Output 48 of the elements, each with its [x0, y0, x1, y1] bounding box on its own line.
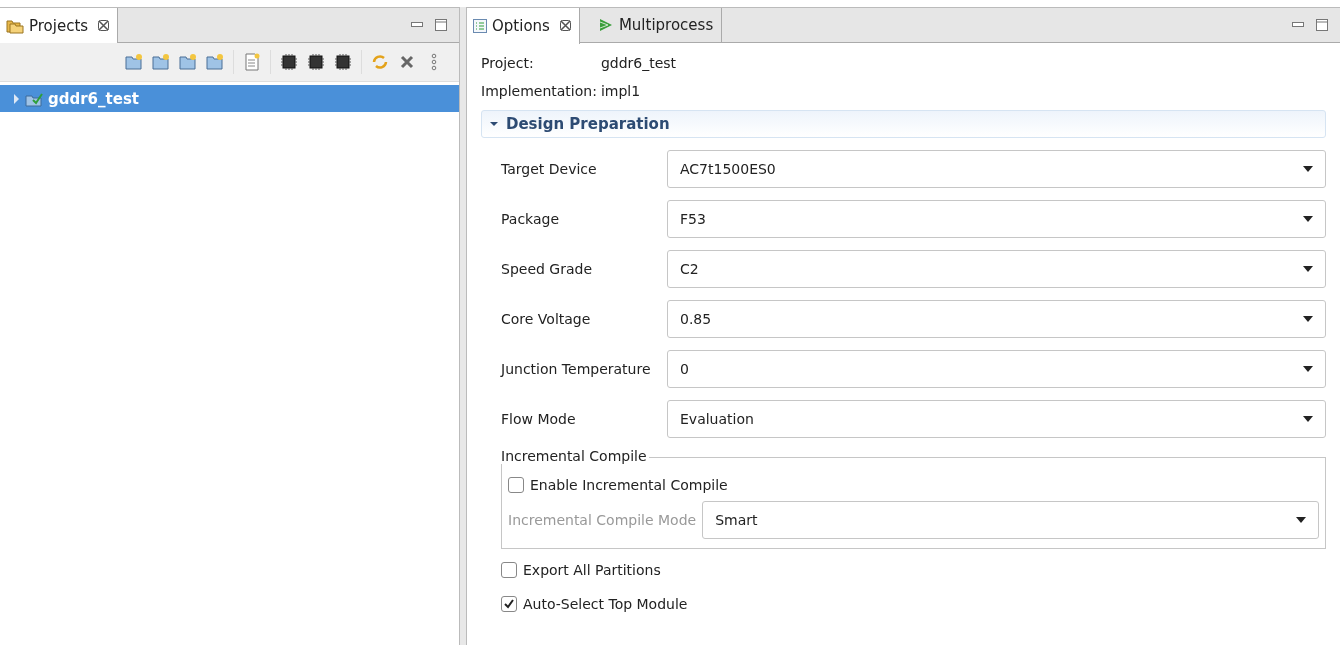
field-label: Core Voltage — [501, 311, 592, 327]
info-label: Project: — [481, 54, 535, 73]
dropdown-arrow-icon — [1303, 416, 1313, 422]
panel-tab[interactable]: Projects — [0, 7, 119, 44]
dropdown[interactable]: Evaluation — [667, 400, 1326, 438]
expand-arrow-icon[interactable] — [12, 93, 20, 104]
close-icon[interactable] — [98, 20, 110, 31]
collapse-arrow-icon — [490, 120, 498, 128]
dropdown[interactable]: AC7t1500ES0 — [667, 150, 1326, 188]
minimize-icon[interactable] — [1292, 22, 1304, 28]
dropdown[interactable]: C2 — [667, 250, 1326, 288]
checkbox[interactable]: Export All Partitions — [501, 557, 1326, 583]
new-folder-icon[interactable] — [125, 53, 143, 71]
field-label: Speed Grade — [501, 261, 594, 277]
chip-icon[interactable] — [280, 53, 298, 71]
section-header[interactable]: Design Preparation — [481, 110, 1326, 138]
chip-icon[interactable] — [334, 53, 352, 71]
dropdown[interactable]: 0.85 — [667, 300, 1326, 338]
dropdown[interactable]: 0 — [667, 350, 1326, 388]
close-icon[interactable] — [559, 20, 571, 31]
dropdown-arrow-icon — [1303, 316, 1313, 322]
panel-tab[interactable]: Options — [467, 7, 580, 44]
folders-icon — [6, 17, 24, 34]
list-icon — [473, 18, 487, 33]
field-label: Flow Mode — [501, 411, 577, 427]
field-label: Junction Temperature — [501, 361, 652, 377]
field-label: Target Device — [501, 161, 598, 177]
chip-icon[interactable] — [307, 53, 325, 71]
dropdown-arrow-icon — [1303, 216, 1313, 222]
dropdown-arrow-icon — [1296, 517, 1306, 523]
delete-icon[interactable] — [398, 53, 416, 71]
maximize-icon[interactable] — [435, 19, 447, 31]
field-label: Package — [501, 211, 561, 227]
checkbox[interactable]: Auto-Select Top Module — [501, 591, 1326, 617]
dropdown-arrow-icon — [1303, 166, 1313, 172]
checkbox[interactable]: Enable Incremental Compile — [508, 472, 1319, 498]
minimize-icon[interactable] — [411, 22, 423, 28]
dropdown-arrow-icon — [1303, 266, 1313, 272]
dropdown-arrow-icon — [1303, 366, 1313, 372]
info-value: gddr6_test — [600, 54, 678, 73]
checkmark-icon — [503, 598, 515, 610]
panel-tab[interactable]: Multiprocess — [591, 7, 723, 43]
maximize-icon[interactable] — [1316, 19, 1328, 31]
dropdown[interactable]: F53 — [667, 200, 1326, 238]
info-value: impl1 — [600, 82, 642, 101]
group-title: Incremental Compile — [501, 448, 649, 464]
field-label: Incremental Compile Mode — [508, 512, 697, 528]
info-label: Implementation: — [481, 82, 597, 101]
